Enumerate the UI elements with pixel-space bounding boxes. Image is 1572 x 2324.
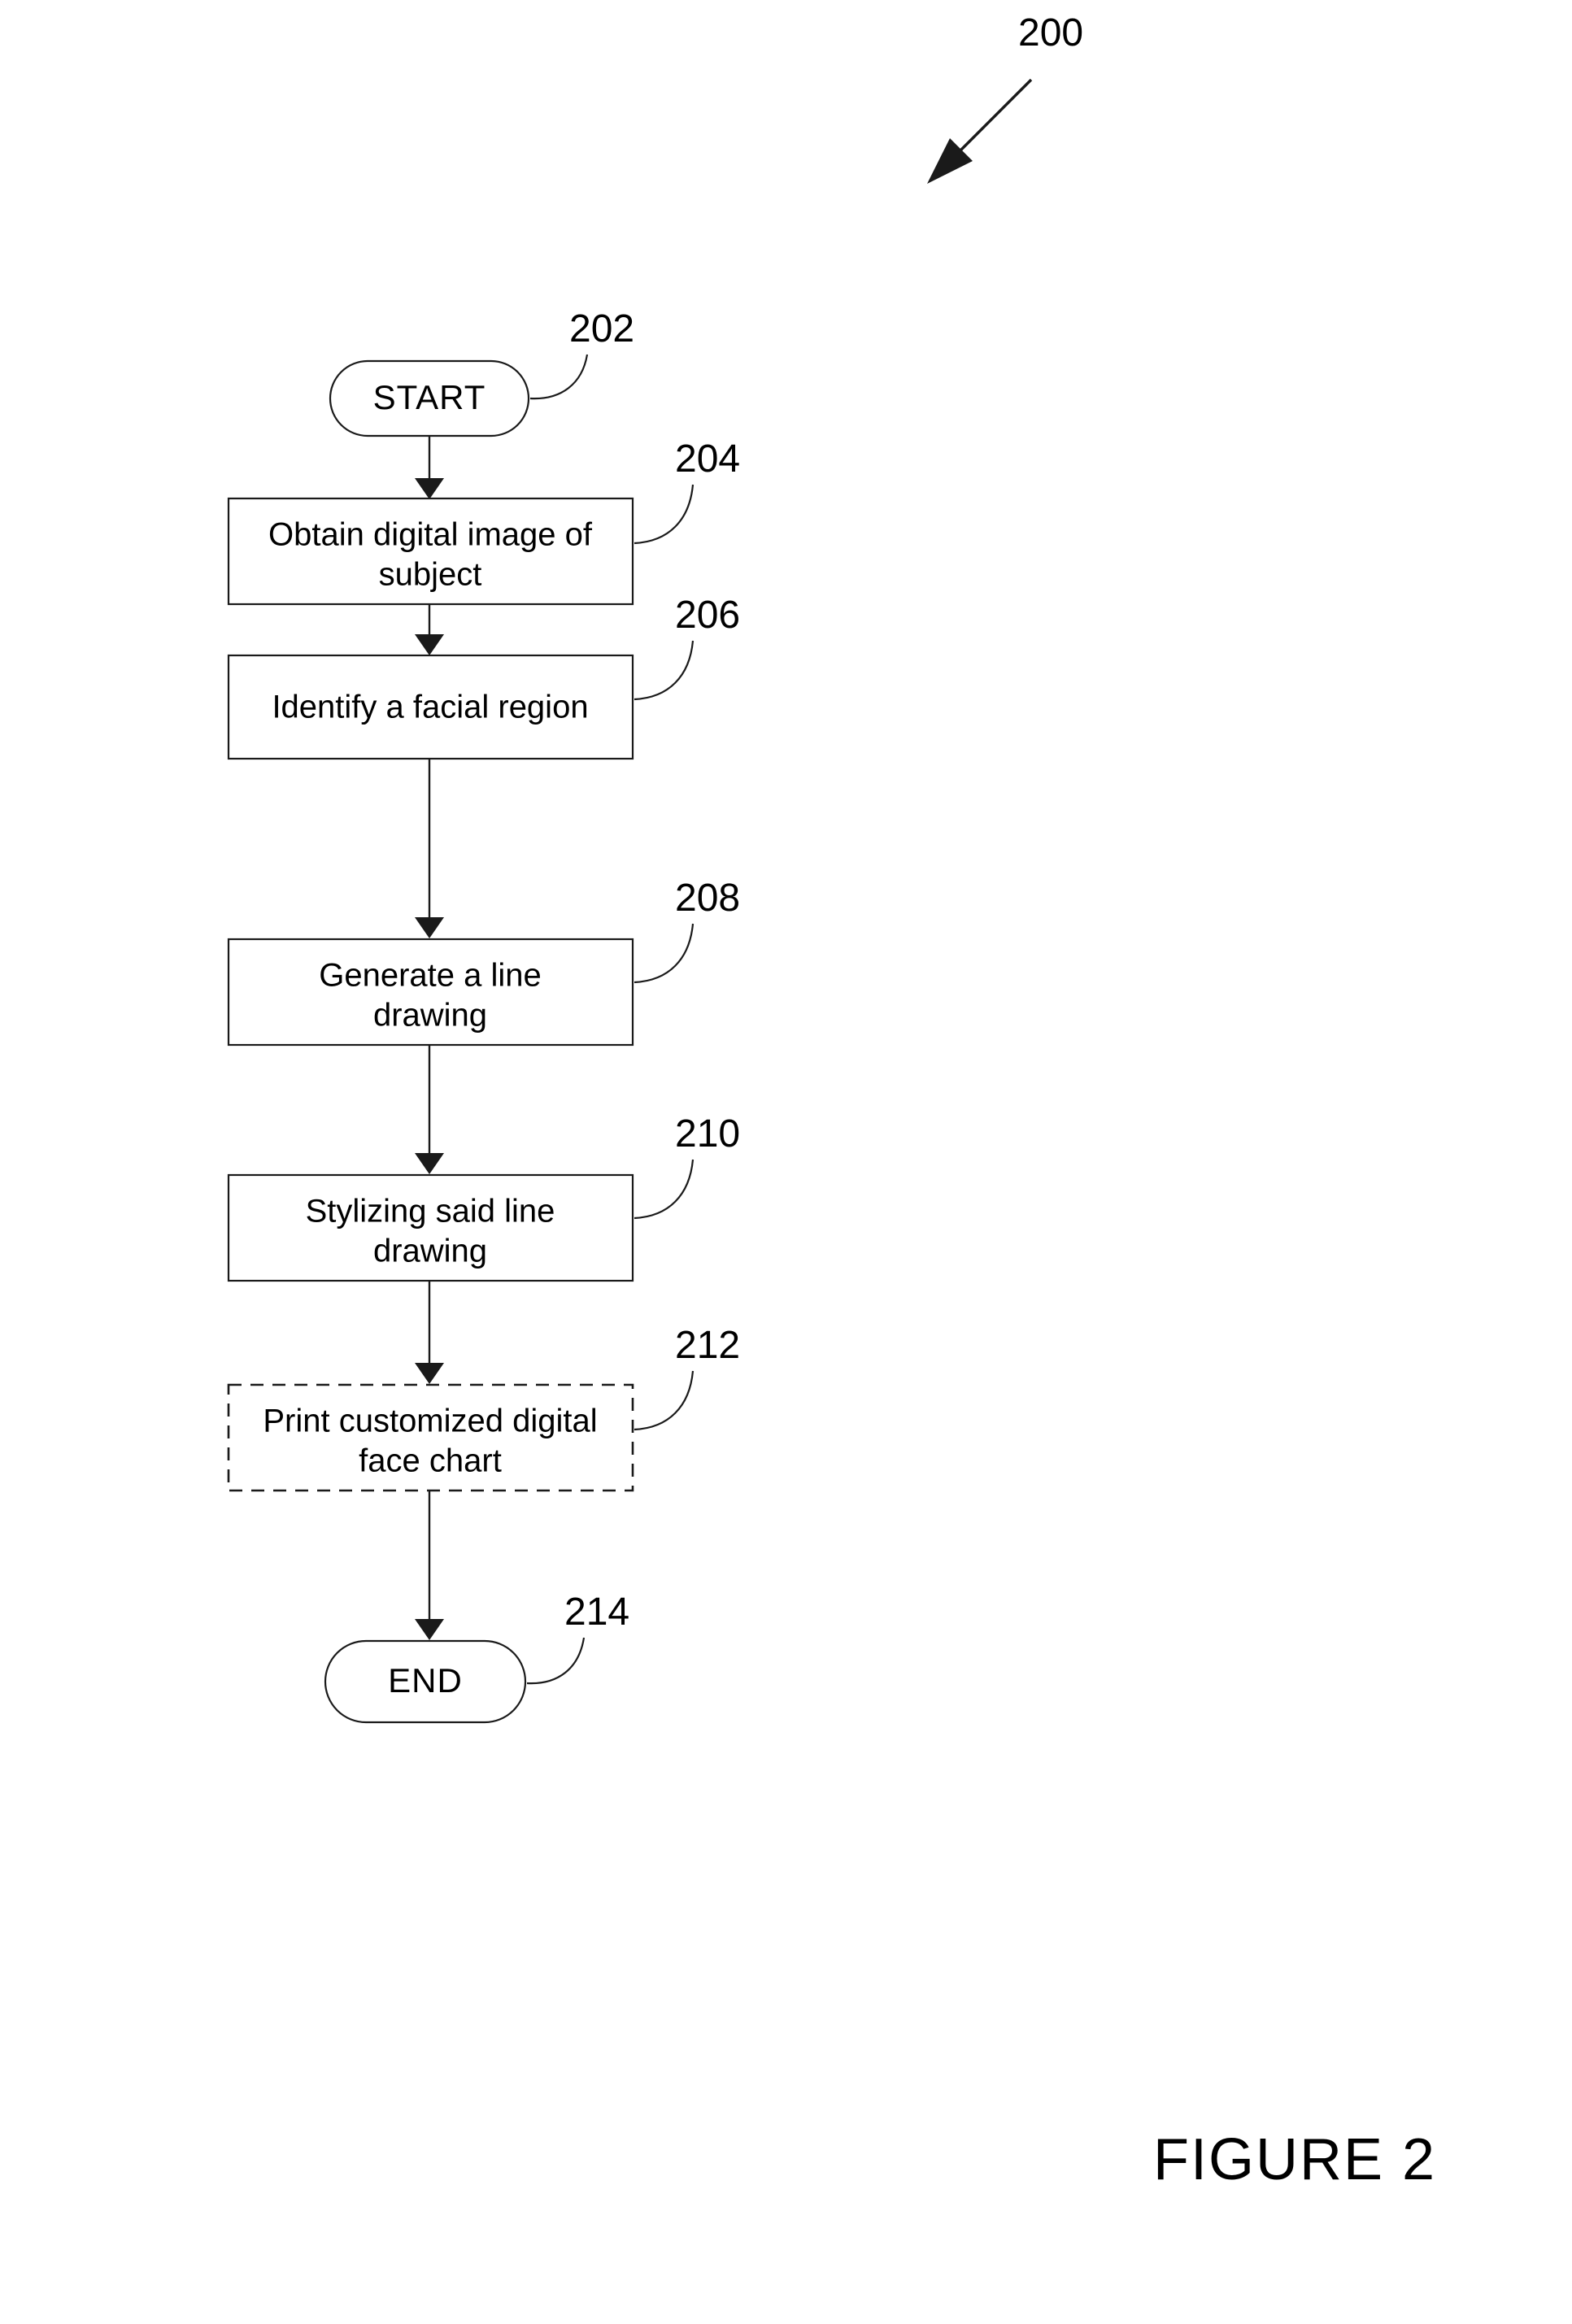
ref-number-214: 214 <box>564 1591 629 1634</box>
leader-line-206 <box>634 640 695 701</box>
ref-number-210: 210 <box>675 1112 740 1155</box>
edge-206-to-208 <box>415 759 444 938</box>
flow-node-206[interactable]: Identify a facial region <box>227 654 634 760</box>
process-box-212-line-2: face chart <box>359 1443 502 1479</box>
leader-line-208 <box>634 923 695 984</box>
process-box-206-line-1: Identify a facial region <box>272 690 588 725</box>
overall-arrow-shaft <box>948 78 1033 163</box>
overall-reference-callout: 200 <box>927 11 1083 184</box>
process-box-210-line-2: drawing <box>373 1234 487 1269</box>
callout-202: 202 <box>529 307 634 400</box>
ref-number-212: 212 <box>675 1324 740 1367</box>
flow-node-start[interactable]: START <box>329 359 530 437</box>
leader-line-204 <box>634 484 695 545</box>
flow-node-208[interactable]: Generate a line drawing <box>227 938 634 1047</box>
callout-214: 214 <box>526 1591 629 1685</box>
process-box-204-line-1: Obtain digital image of <box>268 517 593 553</box>
flow-node-204[interactable]: Obtain digital image of subject <box>227 497 634 606</box>
edge-arrowhead-210-212 <box>415 1363 444 1384</box>
leader-line-210 <box>634 1159 695 1220</box>
ref-number-208: 208 <box>675 877 740 920</box>
figure-caption: FIGURE 2 <box>1153 2127 1436 2192</box>
flow-node-212[interactable]: Print customized digital face chart <box>227 1383 634 1492</box>
process-box-204-line-2: subject <box>379 557 482 593</box>
process-box-208-line-1: Generate a line <box>319 958 542 994</box>
ref-number-204: 204 <box>675 437 740 481</box>
callout-208: 208 <box>634 877 740 984</box>
callout-212: 212 <box>634 1324 740 1431</box>
flow-node-210[interactable]: Stylizing said line drawing <box>227 1173 634 1282</box>
callout-210: 210 <box>634 1112 740 1220</box>
process-box-212-line-1: Print customized digital <box>263 1404 597 1439</box>
flow-node-end[interactable]: END <box>324 1639 527 1724</box>
edge-arrowhead-204-206 <box>415 634 444 655</box>
edge-204-to-206 <box>415 604 444 655</box>
process-box-208-line-2: drawing <box>373 998 487 1034</box>
leader-line-212 <box>634 1370 695 1431</box>
edge-212-to-214 <box>415 1491 444 1640</box>
process-box-210-line-1: Stylizing said line <box>306 1194 555 1229</box>
edge-210-to-212 <box>415 1281 444 1384</box>
edge-arrowhead-212-214 <box>415 1619 444 1640</box>
callout-206: 206 <box>634 594 740 701</box>
patent-figure-drawing: 200 START 202 Obtain digital image of su… <box>227 11 1436 2192</box>
ref-number-202: 202 <box>569 307 634 350</box>
ref-number-206: 206 <box>675 594 740 637</box>
leader-line-214 <box>526 1637 586 1685</box>
leader-line-202 <box>529 354 589 400</box>
edge-arrowhead-208-210 <box>415 1153 444 1174</box>
ref-number-200: 200 <box>1018 11 1083 54</box>
figure-page: 200 START 202 Obtain digital image of su… <box>0 0 1572 2324</box>
start-terminal-label: START <box>373 378 486 416</box>
end-terminal-label: END <box>388 1661 463 1699</box>
edge-arrowhead-start-204 <box>415 478 444 499</box>
edge-208-to-210 <box>415 1045 444 1174</box>
edge-start-to-204 <box>415 436 444 499</box>
callout-204: 204 <box>634 437 740 545</box>
edge-arrowhead-206-208 <box>415 917 444 938</box>
